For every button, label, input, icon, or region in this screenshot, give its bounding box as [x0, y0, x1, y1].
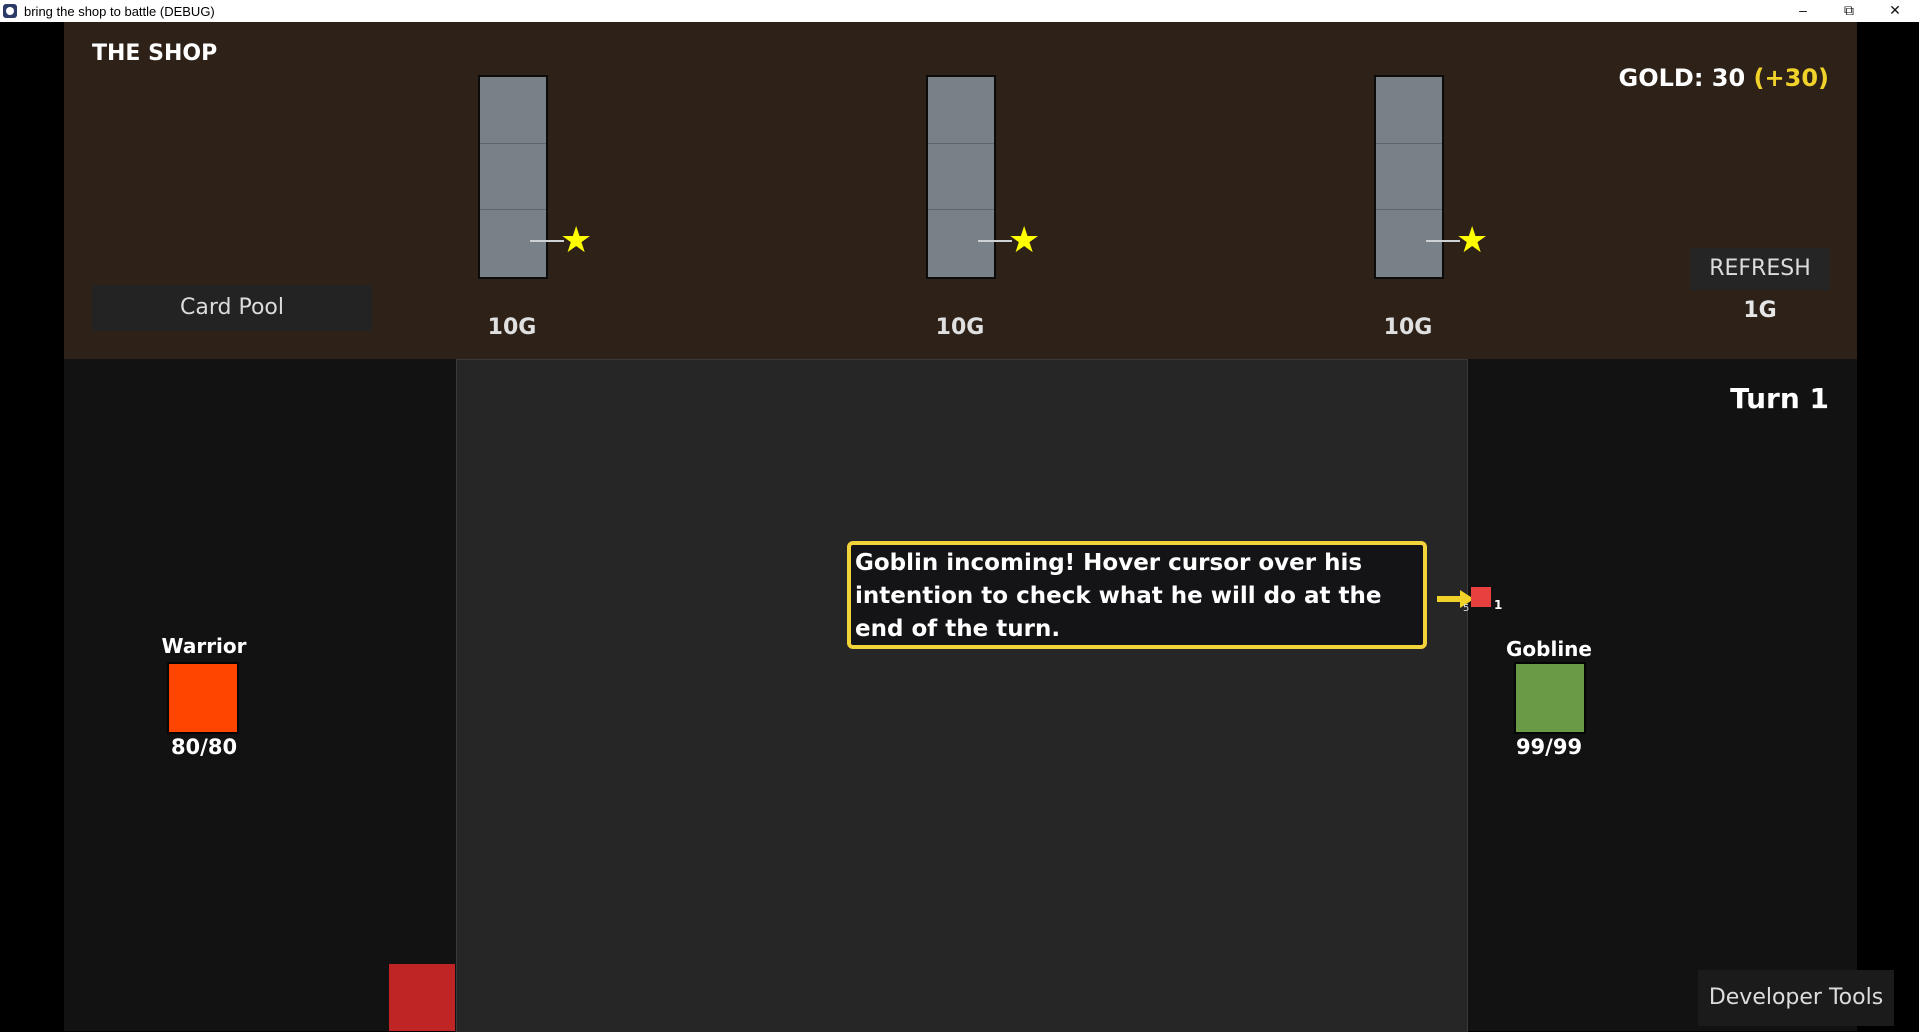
shop-slot-2[interactable]: ★ 10G [912, 75, 1062, 355]
battle-arena [456, 359, 1468, 1032]
shop-card-2[interactable] [926, 75, 996, 279]
turn-indicator: Turn 1 [1730, 382, 1829, 415]
shop-panel: THE SHOP GOLD: 30 (+30) ★ 10G ★ 10G ★ 10… [64, 22, 1857, 359]
close-button[interactable]: ✕ [1873, 0, 1917, 22]
card-segment-divider [1376, 209, 1442, 210]
refresh-button[interactable]: REFRESH [1690, 248, 1830, 290]
enemy-hp: 99/99 [1515, 735, 1583, 759]
game-viewport: THE SHOP GOLD: 30 (+30) ★ 10G ★ 10G ★ 10… [64, 22, 1894, 1032]
star-icon: ★ [560, 220, 593, 261]
tutorial-tooltip: Goblin incoming! Hover cursor over his i… [847, 541, 1427, 649]
developer-tools-button[interactable]: Developer Tools [1698, 970, 1894, 1026]
star-icon: ★ [1008, 220, 1041, 261]
shop-slot-3[interactable]: ★ 10G [1360, 75, 1510, 355]
app-icon [3, 4, 17, 18]
restore-button[interactable]: ⧉ [1827, 0, 1871, 22]
player-hp: 80/80 [170, 735, 238, 759]
shop-slot-price: 10G [487, 315, 537, 340]
card-segment-divider [480, 143, 546, 144]
card-segment-divider [928, 143, 994, 144]
shop-card-1[interactable] [478, 75, 548, 279]
star-connector [1426, 240, 1460, 242]
refresh-cost: 1G [1743, 298, 1777, 323]
card-segment-divider [928, 209, 994, 210]
card-pool-button[interactable]: Card Pool [92, 285, 372, 331]
star-connector [978, 240, 1012, 242]
window-title: bring the shop to battle (DEBUG) [24, 4, 215, 19]
window-titlebar: bring the shop to battle (DEBUG) – ⧉ ✕ [0, 0, 1919, 22]
player-name: Warrior [161, 634, 247, 658]
star-icon: ★ [1456, 220, 1489, 261]
shop-slot-1[interactable]: ★ 10G [464, 75, 614, 355]
shop-card-3[interactable] [1374, 75, 1444, 279]
intent-secondary-value: 5 [1463, 603, 1470, 614]
card-segment-divider [480, 209, 546, 210]
gold-bonus: (+30) [1753, 64, 1829, 92]
minimize-button[interactable]: – [1781, 0, 1825, 22]
enemy-unit[interactable] [1514, 662, 1586, 734]
player-unit[interactable] [167, 662, 239, 734]
card-segment-divider [1376, 143, 1442, 144]
enemy-name: Gobline [1506, 637, 1592, 661]
shop-title: THE SHOP [92, 41, 218, 66]
shop-slot-price: 10G [1383, 315, 1433, 340]
enemy-intent-icon[interactable] [1471, 587, 1491, 607]
star-connector [530, 240, 564, 242]
gold-amount: GOLD: 30 [1618, 64, 1746, 92]
shop-slot-price: 10G [935, 315, 985, 340]
intent-value: 1 [1494, 598, 1503, 612]
deck-card-stub[interactable] [389, 964, 455, 1031]
gold-counter: GOLD: 30 (+30) [1619, 64, 1829, 92]
